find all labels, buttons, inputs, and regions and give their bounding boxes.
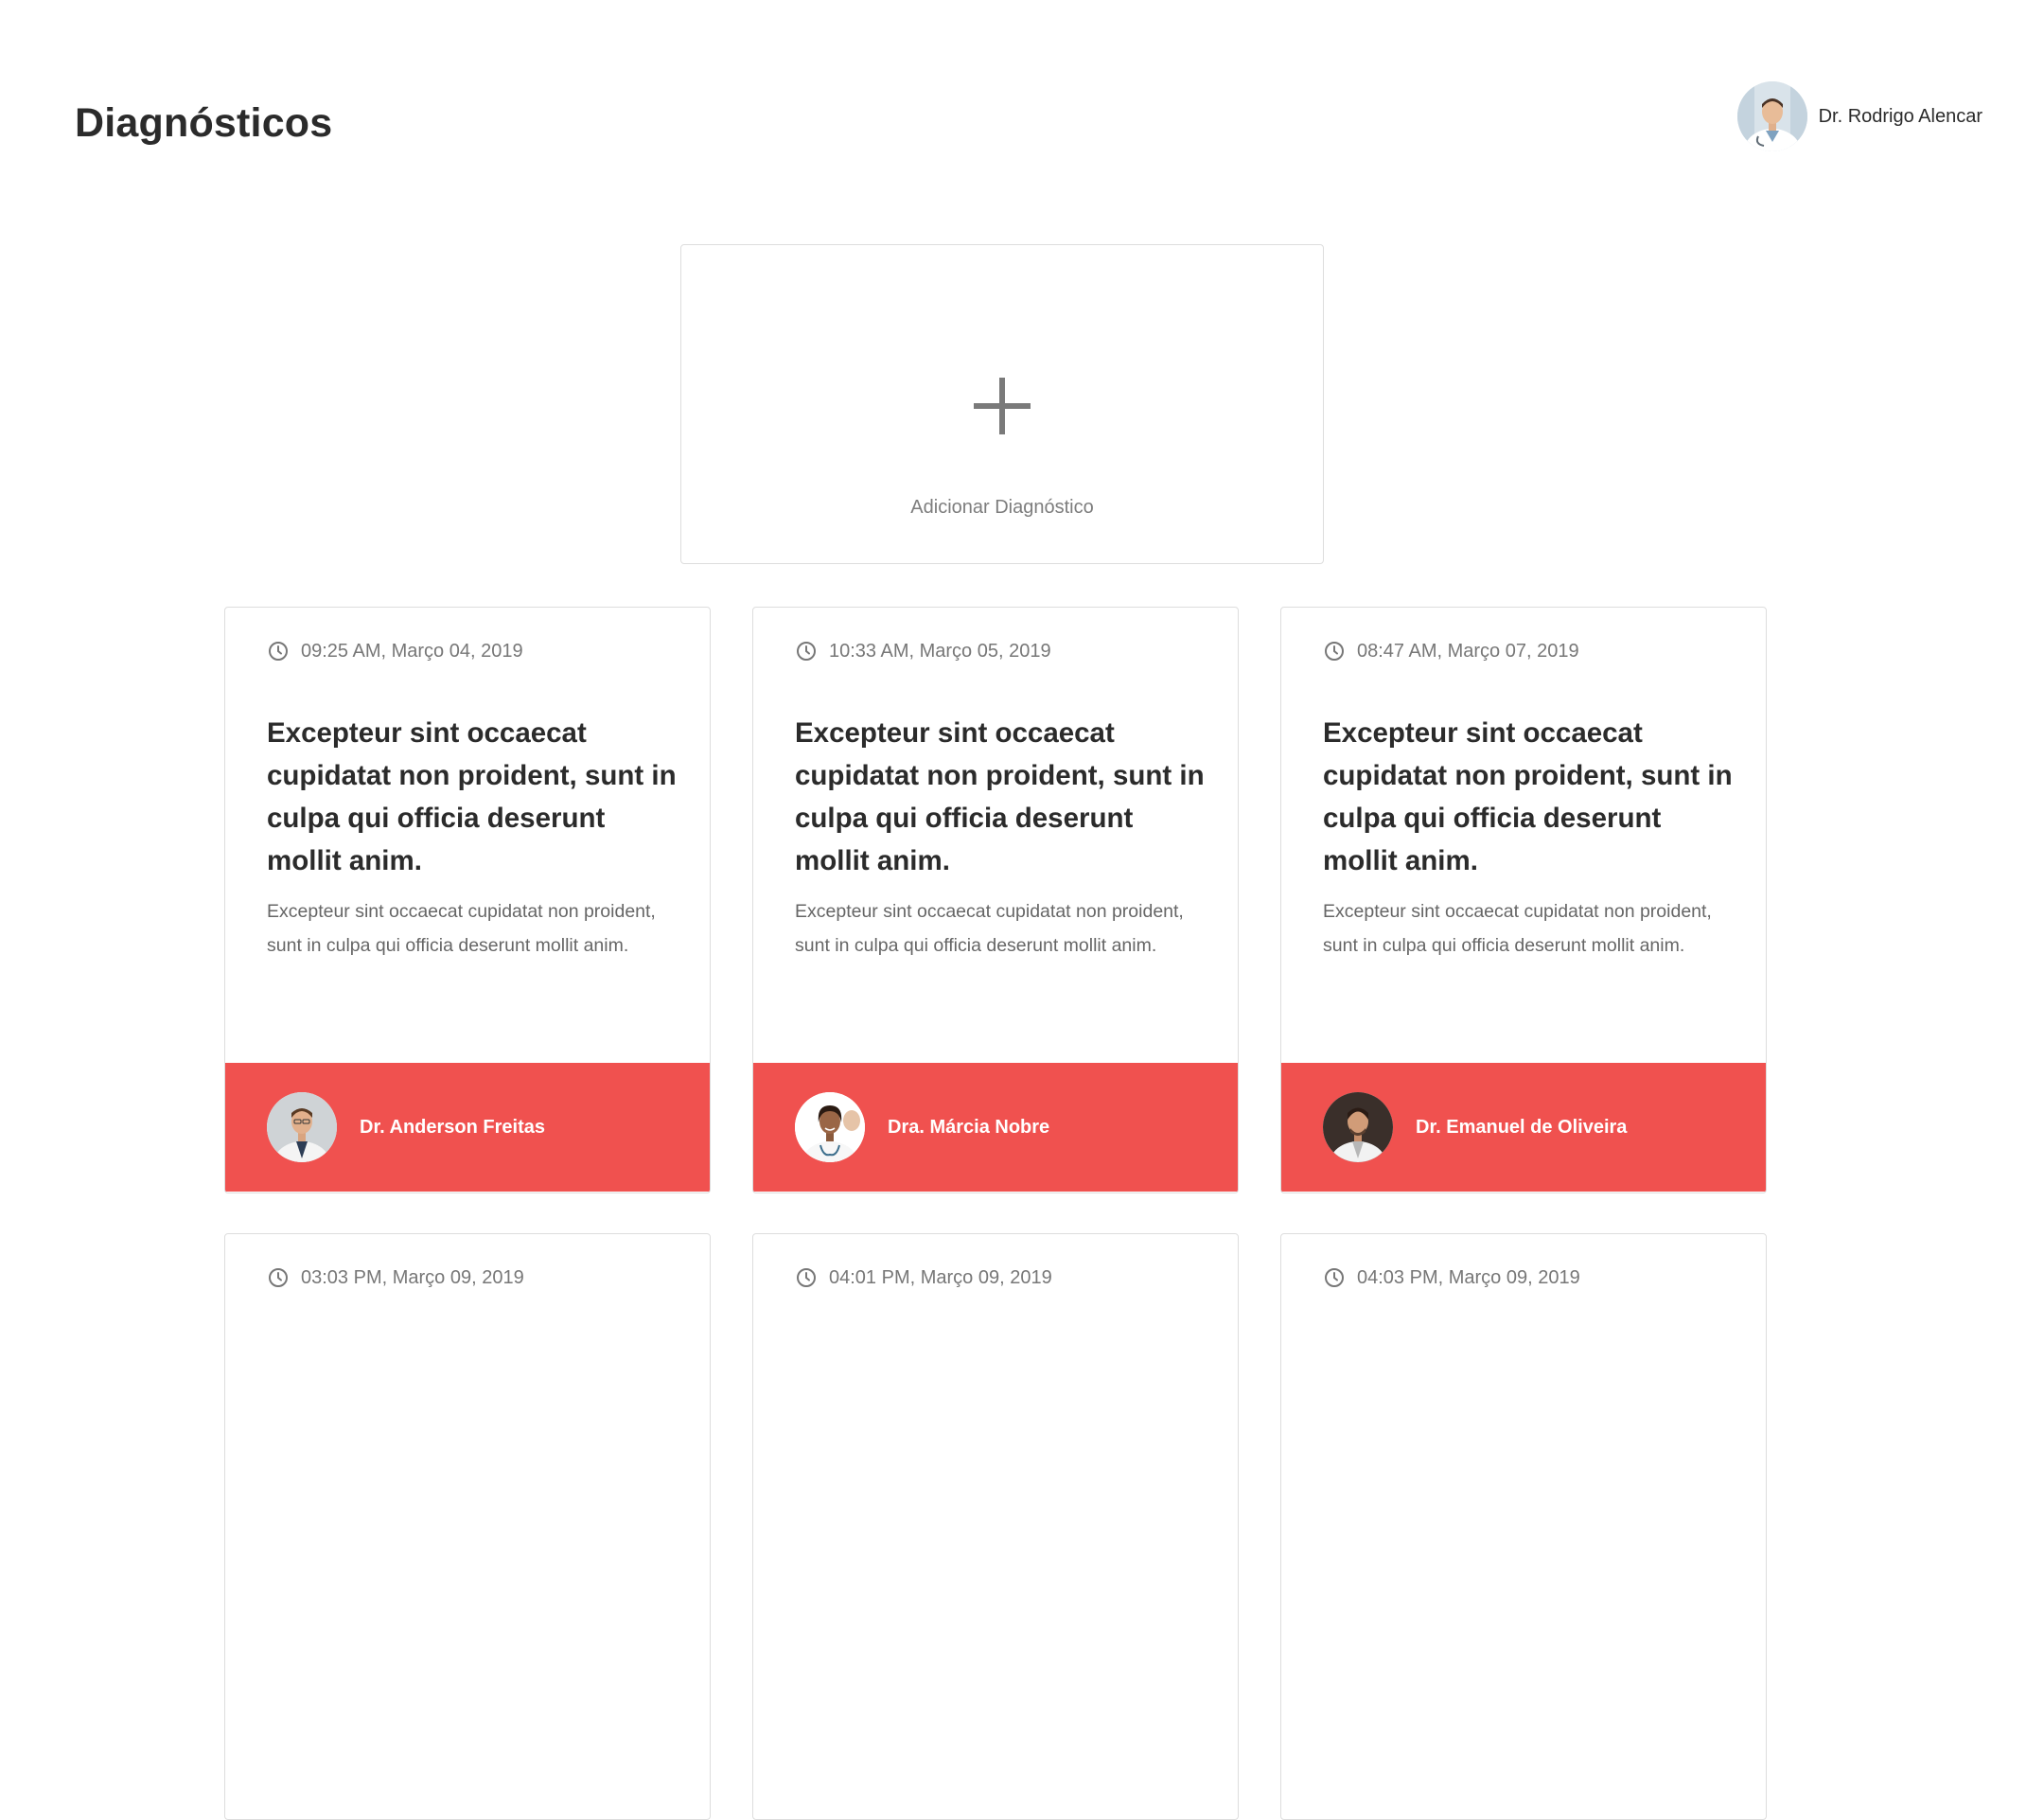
card-time: 10:33 AM, Março 05, 2019 bbox=[829, 640, 1051, 662]
doctor-name: Dr. Anderson Freitas bbox=[360, 1116, 545, 1138]
user-name: Dr. Rodrigo Alencar bbox=[1818, 105, 1982, 127]
add-diagnosis-card[interactable]: Adicionar Diagnóstico bbox=[680, 244, 1324, 564]
card-time: 09:25 AM, Março 04, 2019 bbox=[301, 640, 523, 662]
card-footer: Dr. Emanuel de Oliveira bbox=[1281, 1063, 1766, 1192]
user-profile[interactable]: Dr. Rodrigo Alencar bbox=[1736, 81, 1982, 151]
clock-icon bbox=[269, 1268, 288, 1287]
diagnosis-card[interactable]: 09:25 AM, Março 04, 2019 Excepteur sint … bbox=[224, 607, 711, 1193]
card-time: 04:01 PM, Março 09, 2019 bbox=[829, 1266, 1052, 1288]
card-description: Excepteur sint occaecat cupidatat non pr… bbox=[795, 901, 1184, 956]
clock-icon bbox=[269, 642, 288, 661]
clock-icon bbox=[1325, 1268, 1344, 1287]
card-time: 08:47 AM, Março 07, 2019 bbox=[1357, 640, 1579, 662]
card-time: 03:03 PM, Março 09, 2019 bbox=[301, 1266, 524, 1288]
doctor-avatar bbox=[267, 1092, 337, 1162]
doctor-avatar bbox=[795, 1092, 865, 1162]
card-title: Excepteur sint occaecat cupidatat non pr… bbox=[1323, 717, 1733, 876]
plus-icon bbox=[974, 378, 1031, 434]
add-diagnosis-label: Adicionar Diagnóstico bbox=[910, 497, 1094, 518]
card-footer: Dr. Anderson Freitas bbox=[225, 1063, 710, 1192]
page-title: Diagnósticos bbox=[75, 100, 333, 146]
card-description: Excepteur sint occaecat cupidatat non pr… bbox=[1323, 901, 1712, 956]
doctor-name: Dr. Emanuel de Oliveira bbox=[1416, 1116, 1628, 1138]
diagnosis-card[interactable]: 04:03 PM, Março 09, 2019 bbox=[1280, 1233, 1767, 1820]
diagnosis-card[interactable]: 10:33 AM, Março 05, 2019 Excepteur sint … bbox=[752, 607, 1239, 1193]
card-footer: Dra. Márcia Nobre bbox=[753, 1063, 1238, 1192]
clock-icon bbox=[797, 1268, 816, 1287]
card-title: Excepteur sint occaecat cupidatat non pr… bbox=[267, 717, 677, 876]
user-avatar bbox=[1736, 81, 1807, 151]
doctor-avatar bbox=[1323, 1092, 1393, 1162]
card-title: Excepteur sint occaecat cupidatat non pr… bbox=[795, 717, 1205, 876]
doctor-name: Dra. Márcia Nobre bbox=[888, 1116, 1050, 1138]
diagnosis-card[interactable]: 03:03 PM, Março 09, 2019 bbox=[224, 1233, 711, 1820]
card-time: 04:03 PM, Março 09, 2019 bbox=[1357, 1266, 1580, 1288]
clock-icon bbox=[1325, 642, 1344, 661]
card-description: Excepteur sint occaecat cupidatat non pr… bbox=[267, 901, 656, 956]
diagnosis-card[interactable]: 04:01 PM, Março 09, 2019 bbox=[752, 1233, 1239, 1820]
clock-icon bbox=[797, 642, 816, 661]
diagnosis-card[interactable]: 08:47 AM, Março 07, 2019 Excepteur sint … bbox=[1280, 607, 1767, 1193]
